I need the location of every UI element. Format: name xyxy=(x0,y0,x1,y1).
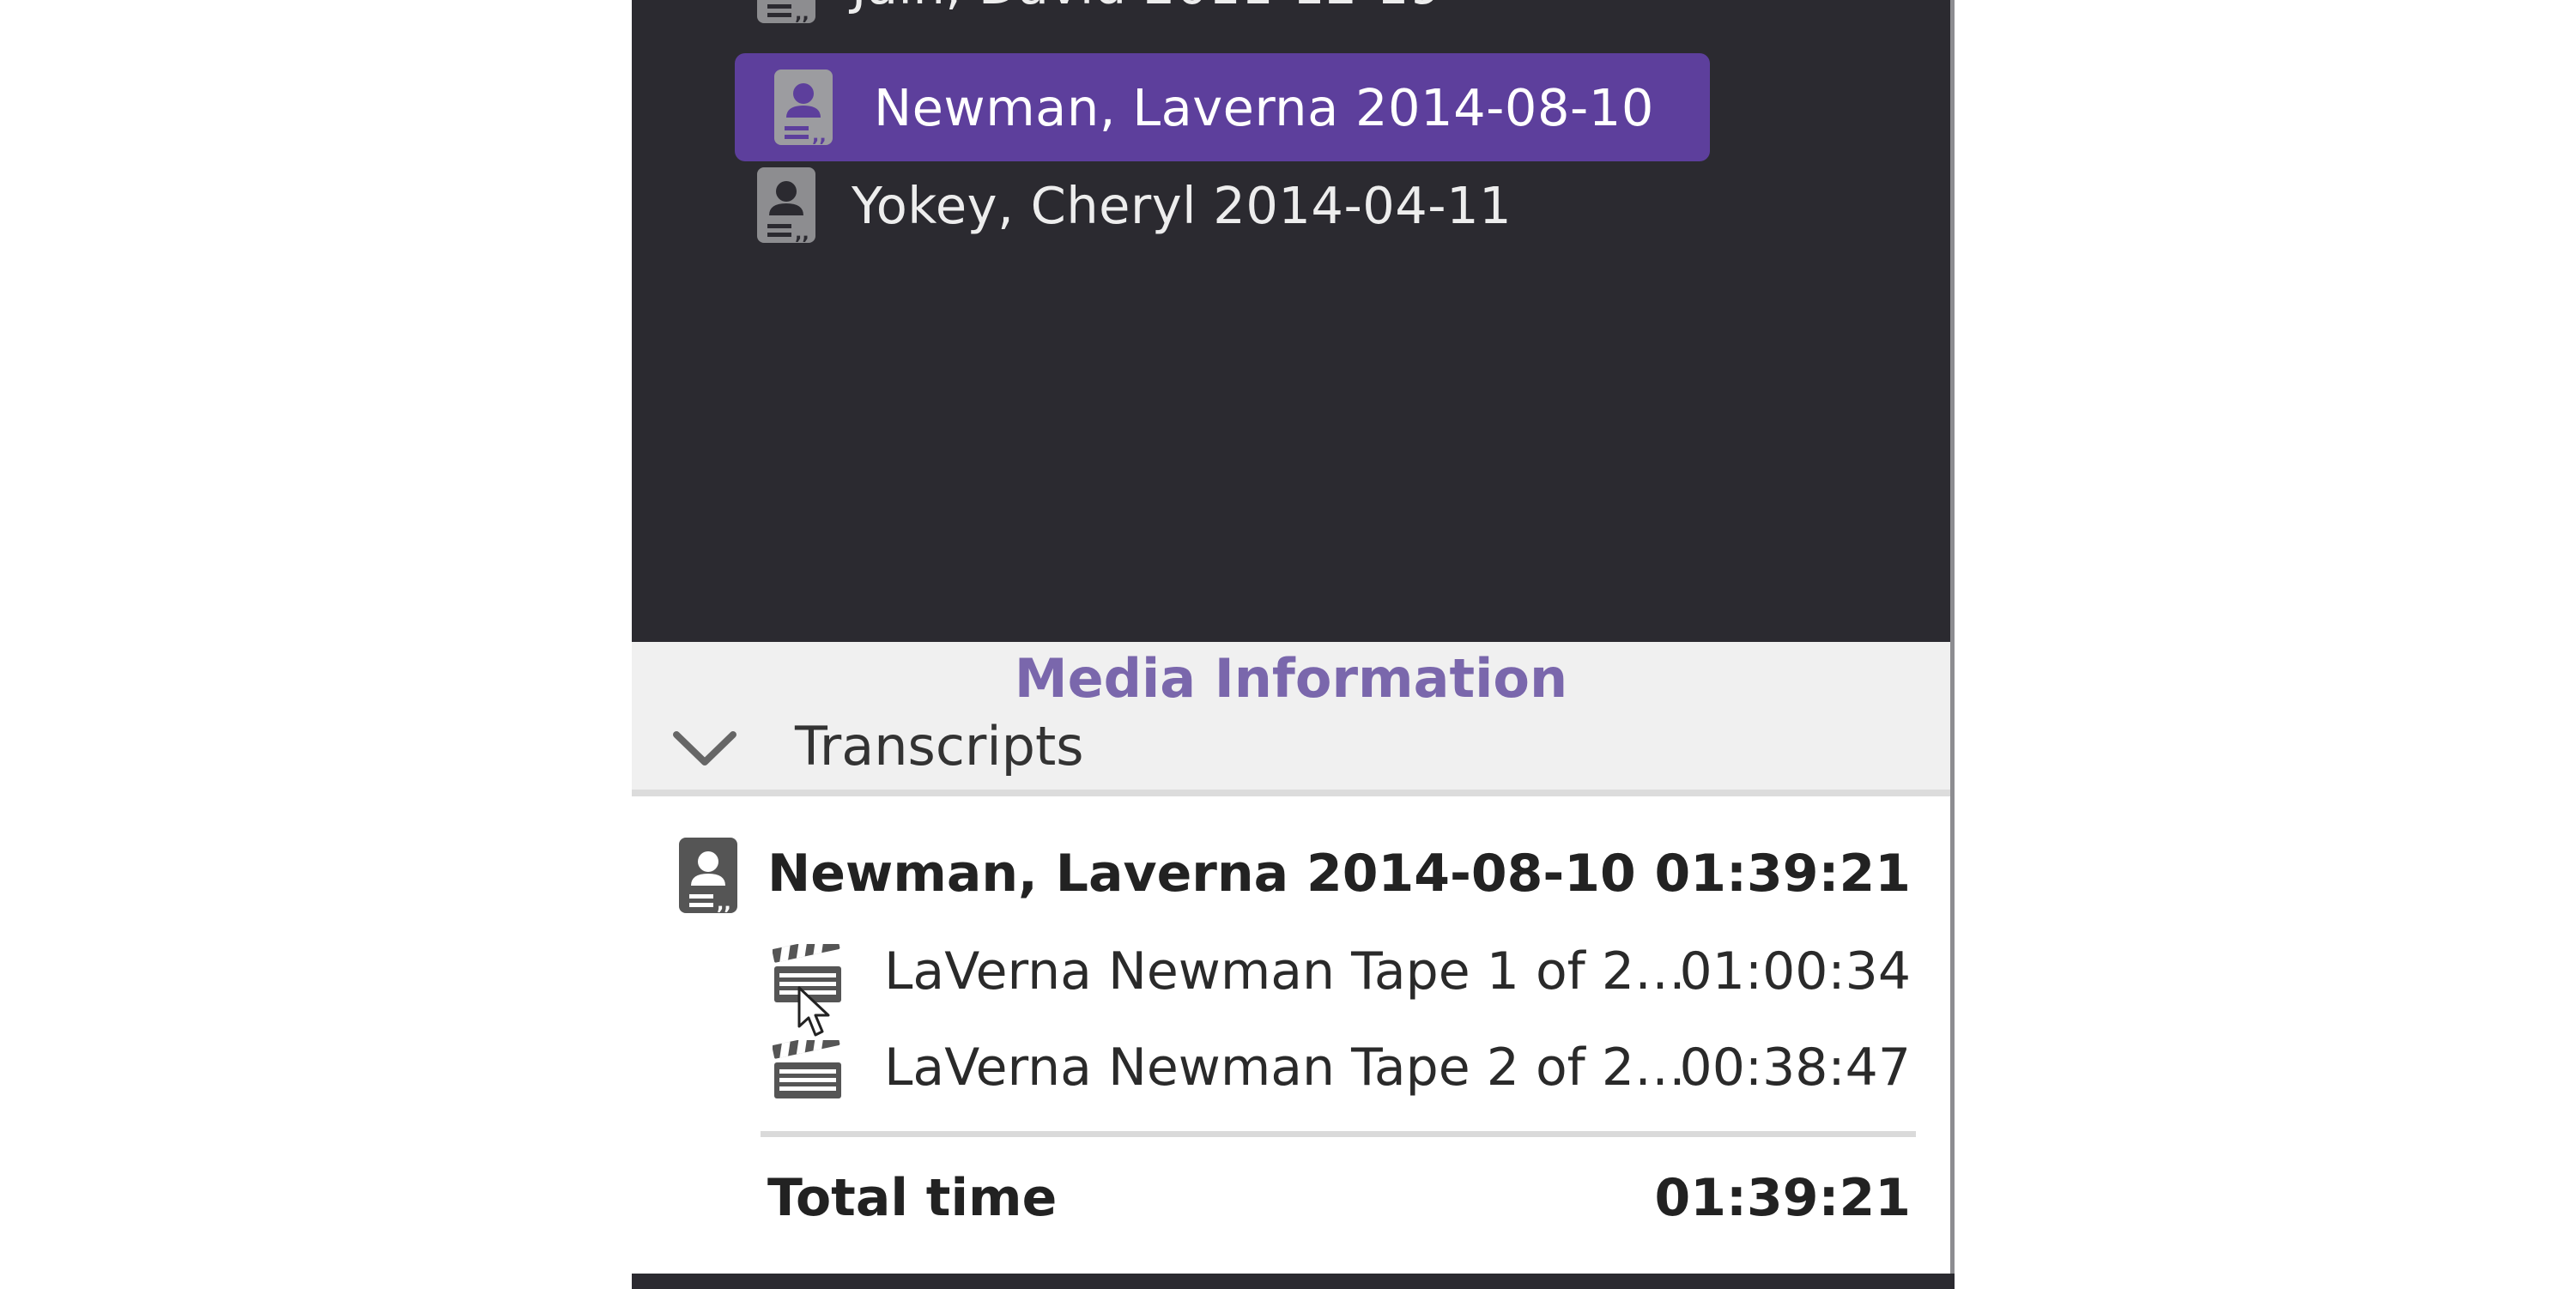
svg-text:,,: ,, xyxy=(795,3,809,23)
divider xyxy=(761,1131,1916,1137)
list-item-yokey[interactable]: ,, Yokey, Cheryl 2014-04-11 xyxy=(714,151,1512,259)
list-item-newman[interactable]: ,, Newman, Laverna 2014-08-10 xyxy=(735,53,1710,161)
list-item-label: Newman, Laverna 2014-08-10 xyxy=(874,77,1654,137)
transcripts-section-label: Transcripts xyxy=(795,715,1084,778)
panel-border xyxy=(1950,0,1955,1289)
panel-bottom-bar xyxy=(632,1274,1955,1289)
transcript-name: Newman, Laverna 2014-08-10 xyxy=(767,844,1636,904)
media-duration: 00:38:47 xyxy=(1679,1038,1911,1098)
clapperboard-icon xyxy=(773,1040,841,1098)
media-information-header: Media Information Transcripts xyxy=(632,642,1950,796)
media-name: LaVerna Newman Tape 1 of 2… xyxy=(884,941,1687,1002)
transcript-icon: ,, xyxy=(774,70,833,145)
chevron-down-icon[interactable] xyxy=(673,729,736,767)
transcript-icon: ,, xyxy=(679,838,737,913)
transcript-icon: ,, xyxy=(757,167,815,243)
transcript-row: ,, Newman, Laverna 2014-08-10 01:39:21 xyxy=(632,831,1950,917)
total-time-label: Total time xyxy=(767,1168,1058,1228)
media-name: LaVerna Newman Tape 2 of 2… xyxy=(884,1038,1687,1098)
mouse-cursor-icon xyxy=(797,986,830,1037)
transcript-panel: ,, Jain, David 2011-12-19 ,, Newman, Lav… xyxy=(632,0,1955,1289)
total-time-row: Total time 01:39:21 xyxy=(632,1155,1950,1241)
total-time-value: 01:39:21 xyxy=(1654,1168,1911,1228)
list-item-label: Jain, David 2011-12-19 xyxy=(852,0,1442,15)
svg-text:,,: ,, xyxy=(717,893,731,913)
svg-text:,,: ,, xyxy=(812,125,827,145)
media-duration: 01:00:34 xyxy=(1679,941,1911,1002)
transcripts-section-toggle[interactable]: Transcripts xyxy=(673,711,1188,783)
list-item-label: Yokey, Cheryl 2014-04-11 xyxy=(852,175,1512,235)
list-item-jain[interactable]: ,, Jain, David 2011-12-19 xyxy=(714,0,1470,39)
media-information-title: Media Information xyxy=(1014,647,1568,710)
transcript-duration: 01:39:21 xyxy=(1654,844,1911,904)
transcript-icon: ,, xyxy=(757,0,815,23)
transcript-list: ,, Jain, David 2011-12-19 ,, Newman, Lav… xyxy=(632,0,1950,642)
svg-text:,,: ,, xyxy=(795,223,809,243)
